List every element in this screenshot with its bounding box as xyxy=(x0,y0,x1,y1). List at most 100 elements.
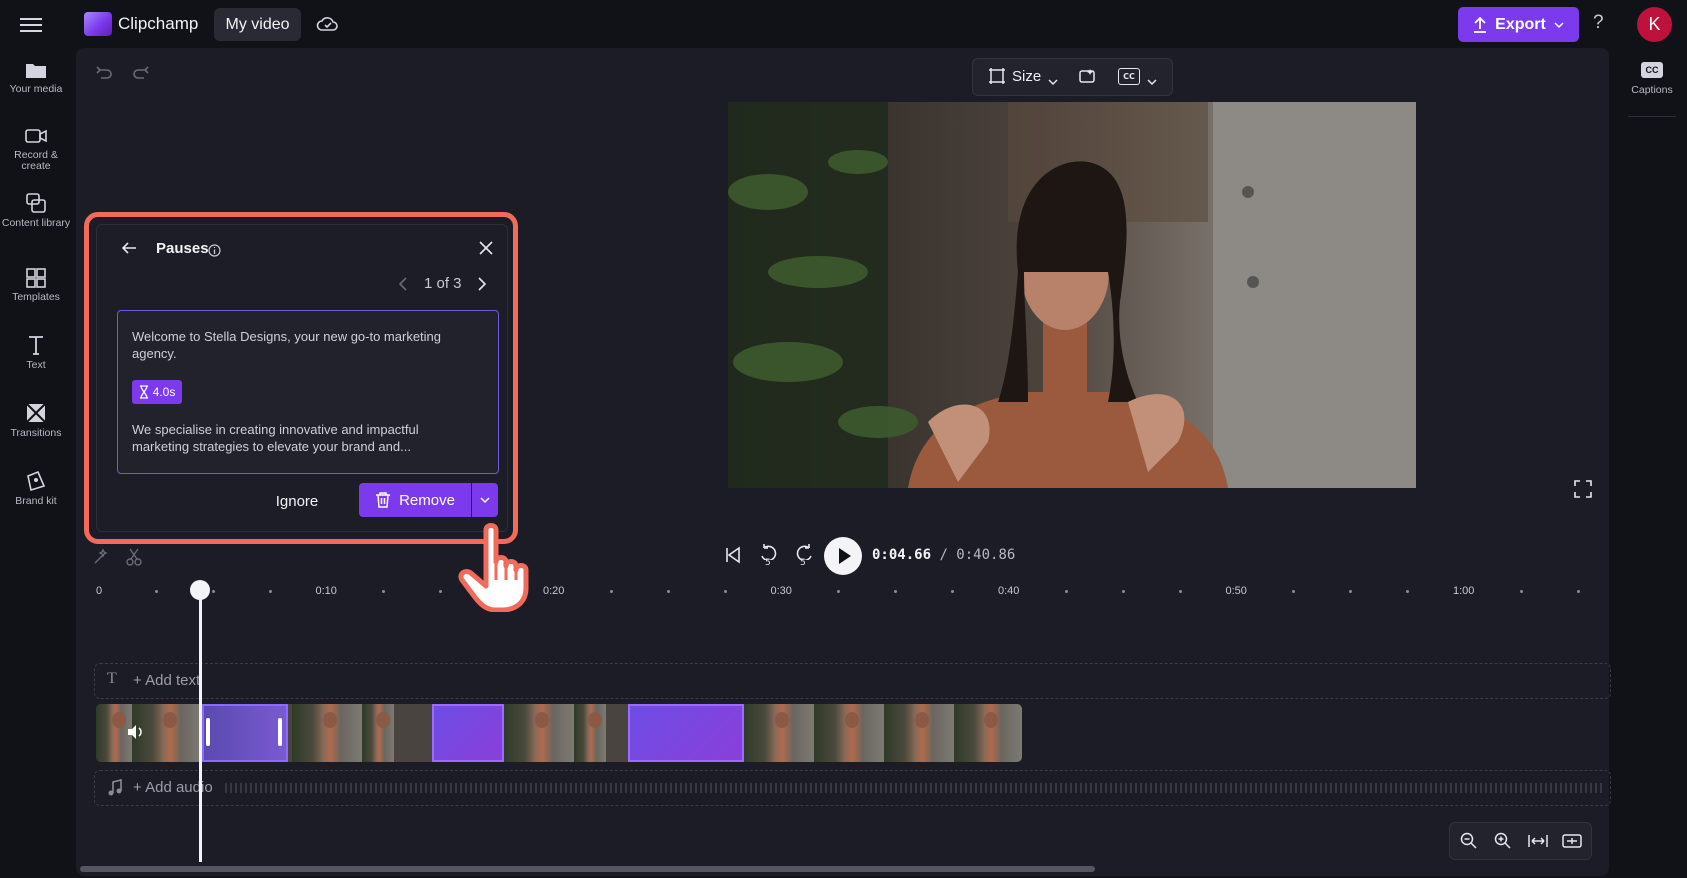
chevron-down-icon xyxy=(1554,21,1564,28)
playhead[interactable] xyxy=(199,588,202,862)
ruler-tick xyxy=(1121,590,1125,593)
rail-templates[interactable]: Templates xyxy=(0,266,72,303)
remove-label: Remove xyxy=(399,491,455,509)
rail-label: Your media xyxy=(9,83,63,95)
redo-icon[interactable] xyxy=(132,66,150,86)
audio-track[interactable]: + Add audio xyxy=(94,770,1611,806)
zoom-out-icon[interactable] xyxy=(1460,832,1478,850)
ruler-label: 0:50 xyxy=(1225,585,1247,597)
rail-label: Record & create xyxy=(14,149,58,172)
avatar[interactable]: K xyxy=(1637,7,1672,42)
text-icon xyxy=(29,336,43,355)
fullscreen-icon[interactable] xyxy=(1574,480,1592,502)
horizontal-scrollbar[interactable] xyxy=(80,866,1095,872)
rail-label: Brand kit xyxy=(15,495,57,507)
magic-crop-icon[interactable] xyxy=(1078,67,1098,89)
ruler-label: 1:00 xyxy=(1453,585,1475,597)
ruler-label: 0:40 xyxy=(998,585,1020,597)
trim-handle-left[interactable] xyxy=(206,718,210,746)
pause-segment[interactable] xyxy=(432,704,504,762)
ruler-label: 0:30 xyxy=(770,585,792,597)
clipchamp-logo xyxy=(84,12,112,36)
info-icon[interactable] xyxy=(208,242,221,261)
chevron-down-icon xyxy=(480,497,490,504)
rail-text[interactable]: Text xyxy=(0,334,72,371)
ruler-tick xyxy=(1064,590,1068,593)
ruler-tick xyxy=(1178,590,1182,593)
previous-pause-icon[interactable] xyxy=(398,276,408,296)
forward-5-button[interactable]: 5 xyxy=(793,544,815,572)
ruler-tick xyxy=(666,590,670,593)
brand-kit-icon xyxy=(27,470,46,492)
rail-label: Templates xyxy=(12,291,60,303)
captions-label: Captions xyxy=(1631,84,1673,96)
back-arrow-icon[interactable] xyxy=(120,240,138,260)
trash-icon xyxy=(376,492,391,508)
rail-transitions[interactable]: Transitions xyxy=(0,402,72,439)
chevron-down-icon[interactable] xyxy=(1147,71,1157,90)
chevron-down-icon[interactable] xyxy=(1048,71,1058,90)
cloud-sync-icon[interactable] xyxy=(316,14,340,38)
remove-options-button[interactable] xyxy=(472,483,498,517)
rail-label: Content library xyxy=(1,217,71,229)
pause-duration-badge[interactable]: 4.0s xyxy=(132,380,182,404)
selected-pause-segment[interactable] xyxy=(202,704,288,762)
skip-to-start-icon[interactable] xyxy=(724,546,742,568)
size-button[interactable]: Size xyxy=(1012,68,1041,85)
rail-brand-kit[interactable]: Brand kit xyxy=(0,470,72,507)
rail-content-library[interactable]: Content library xyxy=(0,192,72,229)
menu-icon[interactable] xyxy=(20,14,42,34)
fit-timeline-icon[interactable] xyxy=(1528,832,1548,850)
rail-label: Transitions xyxy=(10,427,62,439)
clip-thumbnail xyxy=(814,704,884,762)
cc-icon[interactable]: CC xyxy=(1118,68,1140,85)
clip-thumbnail xyxy=(504,704,574,762)
ruler-tick xyxy=(723,590,727,593)
ruler-tick xyxy=(154,590,158,593)
aspect-ratio-icon[interactable] xyxy=(988,67,1006,89)
clip-thumbnail xyxy=(574,704,606,762)
camera-icon xyxy=(25,129,47,143)
transcript-before: Welcome to Stella Designs, your new go-t… xyxy=(132,329,442,361)
scissors-icon[interactable] xyxy=(125,547,143,571)
project-title[interactable]: My video xyxy=(214,8,301,41)
add-text-button[interactable]: + Add text xyxy=(133,672,200,689)
clip-thumbnail xyxy=(884,704,954,762)
clip-thumbnail xyxy=(362,704,394,762)
video-clip-track[interactable] xyxy=(96,704,1022,762)
clip-thumbnail xyxy=(744,704,814,762)
pause-pager: 1 of 3 xyxy=(424,275,462,292)
ruler-tick xyxy=(1576,590,1580,593)
next-pause-icon[interactable] xyxy=(477,276,487,296)
magic-edit-icon[interactable] xyxy=(92,548,110,570)
rail-your-media[interactable]: Your media xyxy=(0,60,72,95)
video-preview[interactable] xyxy=(728,102,1416,488)
rewind-5-button[interactable]: 5 xyxy=(758,544,780,572)
rail-captions[interactable]: CC Captions xyxy=(1628,60,1676,96)
export-label: Export xyxy=(1495,15,1546,33)
undo-icon[interactable] xyxy=(95,66,113,86)
pointer-hand-icon xyxy=(456,522,536,616)
captions-icon: CC xyxy=(1641,62,1663,78)
audio-waveform xyxy=(225,783,1605,793)
trim-handle-right[interactable] xyxy=(278,718,282,746)
close-icon[interactable] xyxy=(478,240,494,260)
templates-icon xyxy=(26,268,46,288)
remove-button[interactable]: Remove xyxy=(359,483,471,517)
folder-icon xyxy=(26,64,46,78)
pauses-title: Pauses xyxy=(156,240,209,257)
rail-record-create[interactable]: Record & create xyxy=(0,126,72,172)
ignore-button[interactable]: Ignore xyxy=(262,484,332,518)
timeline-view-icon[interactable] xyxy=(1562,832,1582,850)
ruler-label: 0:10 xyxy=(315,585,337,597)
transcript-after: We specialise in creating innovative and… xyxy=(132,422,419,454)
play-button[interactable] xyxy=(824,537,862,575)
clip-thumbnail xyxy=(954,704,1022,762)
help-icon[interactable]: ? xyxy=(1593,12,1604,34)
pause-segment[interactable] xyxy=(628,704,744,762)
app-name: Clipchamp xyxy=(118,14,199,33)
volume-icon[interactable] xyxy=(126,724,144,744)
text-track[interactable]: T + Add text xyxy=(94,663,1611,699)
zoom-in-icon[interactable] xyxy=(1494,832,1512,850)
export-button[interactable]: Export xyxy=(1458,7,1579,42)
